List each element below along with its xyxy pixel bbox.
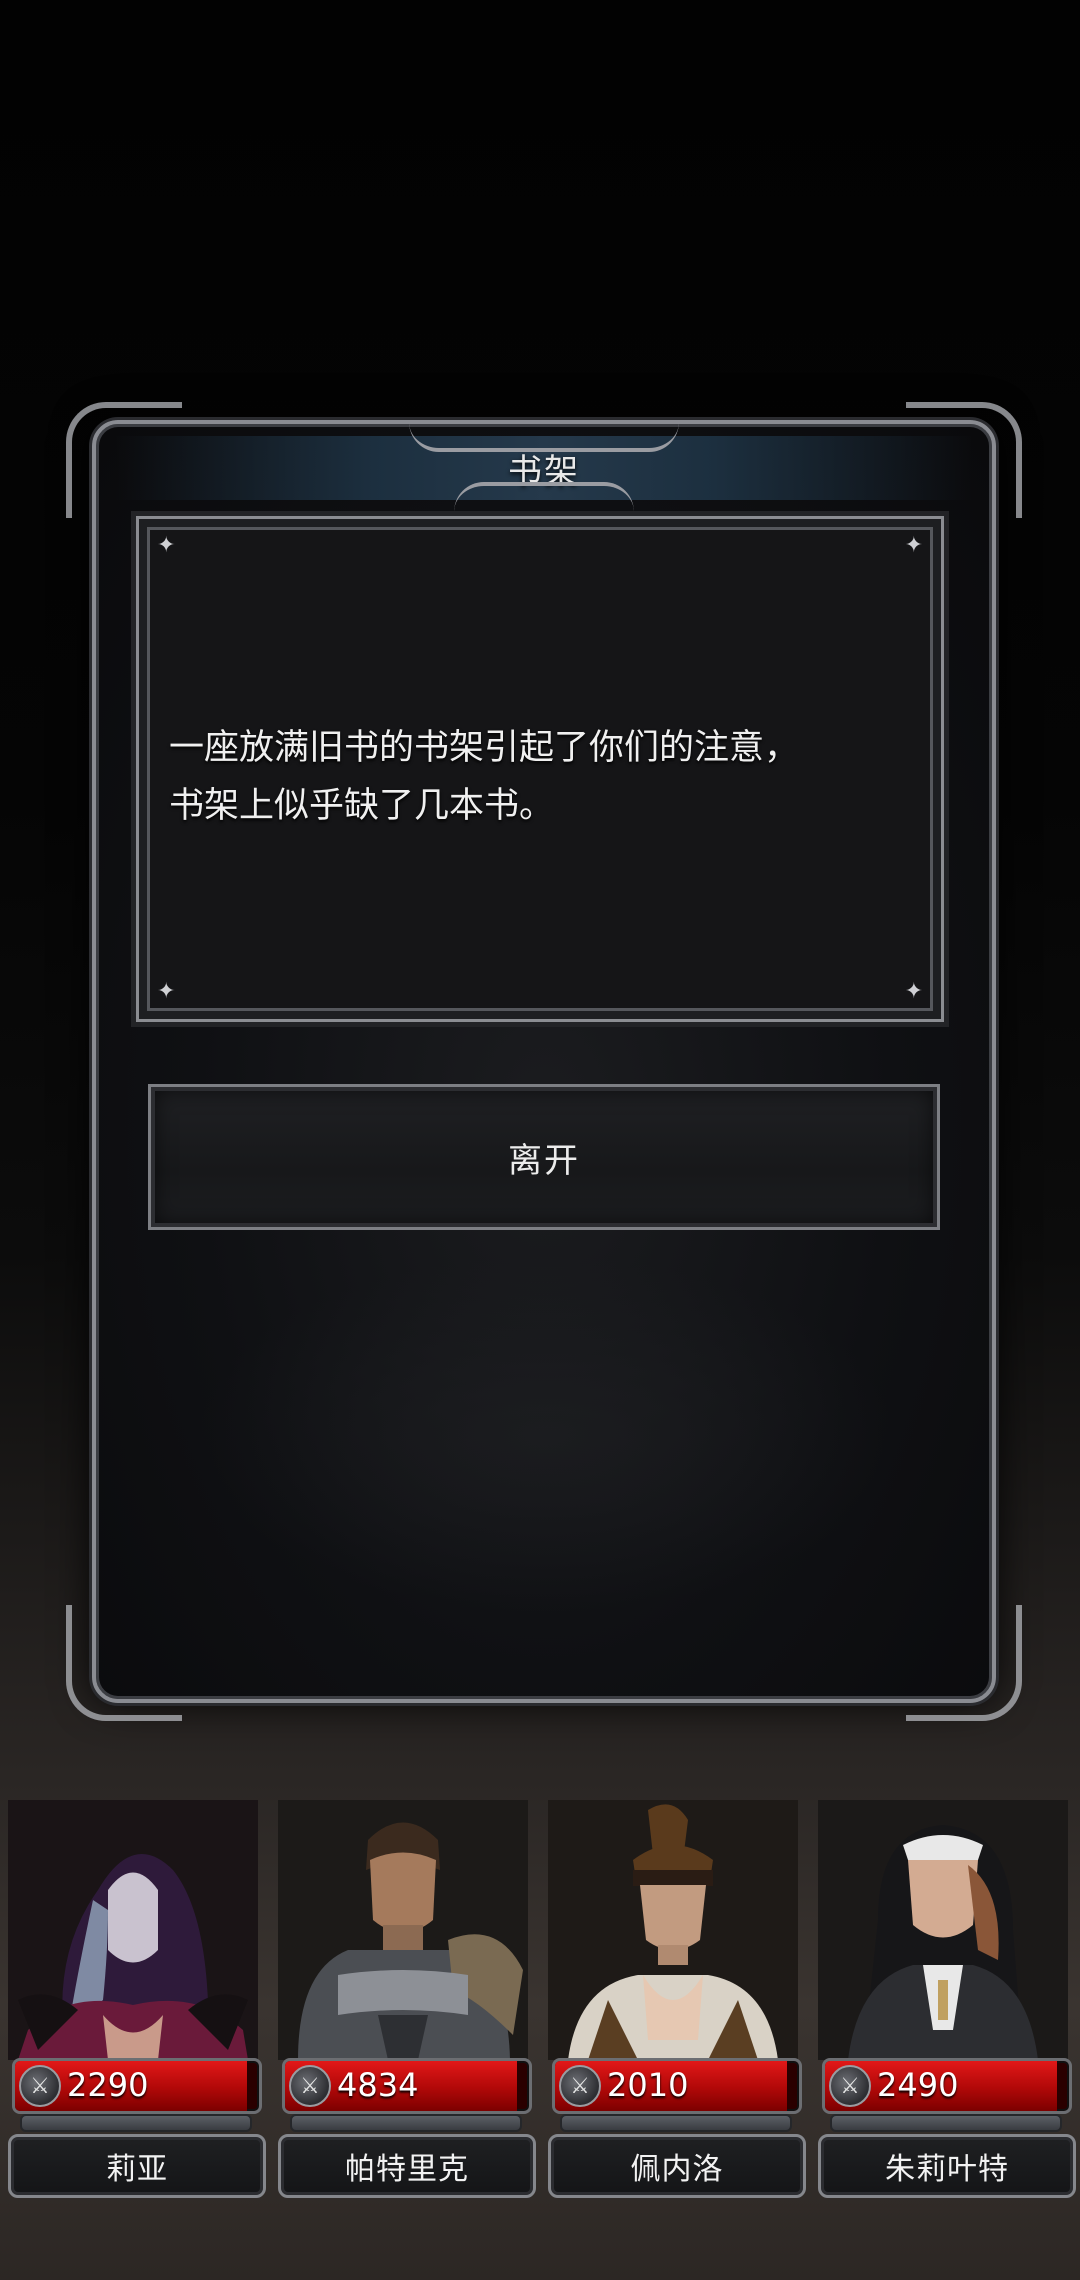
party-member-penelo[interactable]: ⚔ 2010 佩内洛 <box>542 1800 806 2200</box>
hp-bar: ⚔ 2490 <box>822 2058 1072 2114</box>
sword-icon: ⚔ <box>559 2065 601 2107</box>
event-description: 一座放满旧书的书架引起了你们的注意， 书架上似乎缺了几本书。 <box>169 719 911 835</box>
mp-bar <box>560 2114 792 2132</box>
hp-bar: ⚔ 4834 <box>282 2058 532 2114</box>
event-dialog: 书架 ✦ ✦ ✦ ✦ 一座放满旧书的书架引起了你们的注意， 书架上似乎缺了几本书… <box>66 402 1022 1721</box>
frame-ornament <box>906 1605 1022 1721</box>
hp-value: 2290 <box>67 2066 149 2104</box>
sparkle-icon: ✦ <box>904 533 923 558</box>
member-name: 朱莉叶特 <box>885 2152 1009 2187</box>
hp-value: 2010 <box>607 2066 689 2104</box>
game-screen: 书架 ✦ ✦ ✦ ✦ 一座放满旧书的书架引起了你们的注意， 书架上似乎缺了几本书… <box>0 0 1080 2280</box>
sparkle-icon: ✦ <box>157 979 176 1004</box>
event-text-line: 书架上似乎缺了几本书。 <box>169 786 555 826</box>
portrait-hooded-sorceress <box>8 1800 258 2060</box>
party-member-patrick[interactable]: ⚔ 4834 帕特里克 <box>272 1800 536 2200</box>
hp-bar: ⚔ 2290 <box>12 2058 262 2114</box>
sword-icon: ⚔ <box>289 2065 331 2107</box>
party-member-juliette[interactable]: ⚔ 2490 朱莉叶特 <box>812 1800 1076 2200</box>
hp-value: 4834 <box>337 2066 419 2104</box>
frame-ornament <box>66 1605 182 1721</box>
hp-bar: ⚔ 2010 <box>552 2058 802 2114</box>
title-ornament <box>454 482 634 512</box>
dialog-background-texture <box>196 1254 896 1614</box>
hp-value: 2490 <box>877 2066 959 2104</box>
leave-button-label: 离开 <box>508 1140 580 1181</box>
name-plate[interactable]: 莉亚 <box>8 2134 266 2198</box>
portrait-ponytail-fighter <box>548 1800 798 2060</box>
leave-button[interactable]: 离开 <box>148 1084 940 1230</box>
sword-icon: ⚔ <box>19 2065 61 2107</box>
event-text-panel: ✦ ✦ ✦ ✦ 一座放满旧书的书架引起了你们的注意， 书架上似乎缺了几本书。 <box>136 516 944 1022</box>
member-name: 莉亚 <box>106 2152 168 2187</box>
mp-bar <box>290 2114 522 2132</box>
event-text-line: 一座放满旧书的书架引起了你们的注意， <box>169 728 800 768</box>
portrait-nun-priestess <box>818 1800 1068 2060</box>
member-name: 帕特里克 <box>345 2152 469 2187</box>
portrait-armored-knight <box>278 1800 528 2060</box>
name-plate[interactable]: 朱莉叶特 <box>818 2134 1076 2198</box>
sword-icon: ⚔ <box>829 2065 871 2107</box>
name-plate[interactable]: 佩内洛 <box>548 2134 806 2198</box>
member-name: 佩内洛 <box>630 2152 724 2187</box>
party-bar: ⚔ 2290 莉亚 ⚔ 4834 帕特里克 ⚔ 2010 佩内洛 ⚔ 2490 … <box>0 1800 1080 2220</box>
name-plate[interactable]: 帕特里克 <box>278 2134 536 2198</box>
title-ornament <box>409 422 679 452</box>
mp-bar <box>20 2114 252 2132</box>
sparkle-icon: ✦ <box>157 533 176 558</box>
party-member-lia[interactable]: ⚔ 2290 莉亚 <box>2 1800 266 2200</box>
dialog-title-bar: 书架 <box>116 436 972 500</box>
sparkle-icon: ✦ <box>904 979 923 1004</box>
mp-bar <box>830 2114 1062 2132</box>
